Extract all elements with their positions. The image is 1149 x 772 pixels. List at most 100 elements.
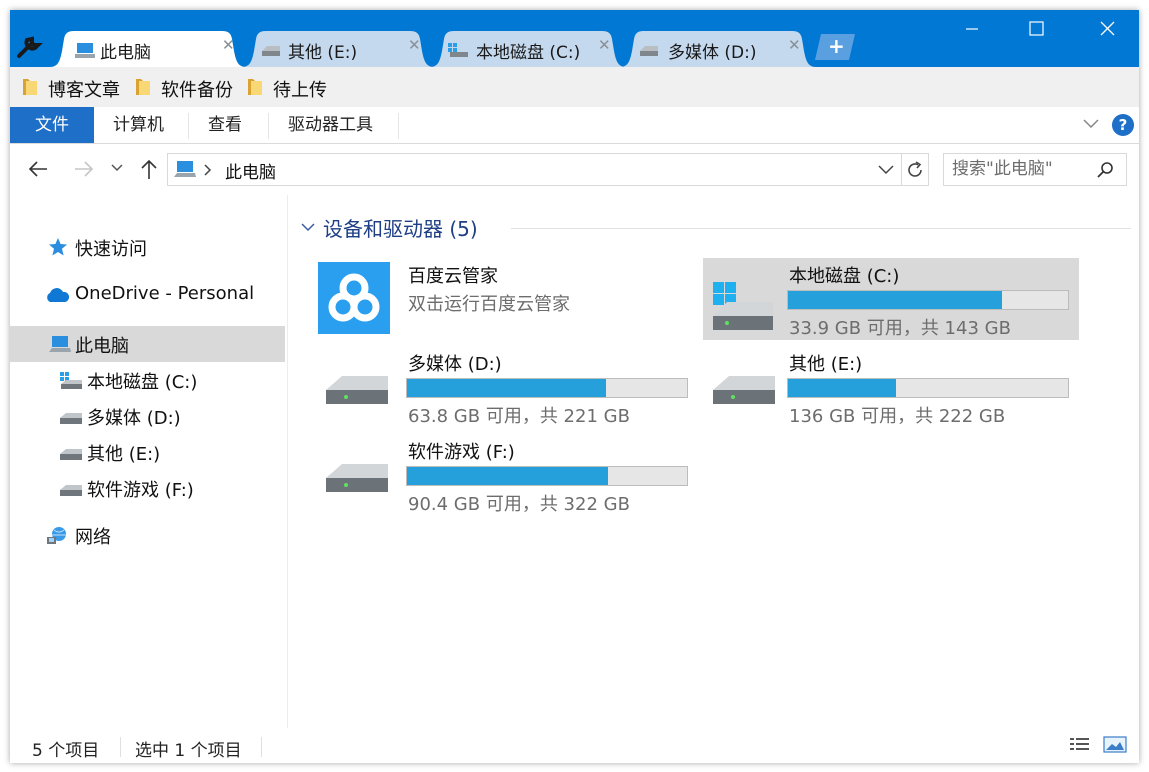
chevron-down-icon[interactable] [878, 165, 894, 175]
group-header-devices[interactable]: 设备和驱动器 (5) [301, 213, 1131, 243]
group-divider [511, 228, 1131, 229]
ribbon-separator [398, 113, 399, 139]
ribbon-separator [188, 113, 189, 139]
search-box[interactable] [943, 153, 1127, 186]
ribbon-tab-view[interactable]: 查看 [208, 107, 242, 143]
computer-icon [174, 161, 196, 177]
details-view-icon[interactable] [1069, 736, 1091, 754]
bookmark-label: 博客文章 [48, 80, 120, 101]
usage-bar [787, 290, 1069, 310]
maximize-icon [1029, 21, 1044, 36]
drive-icon [60, 449, 82, 460]
close-button[interactable] [1075, 10, 1139, 48]
status-bar: 5 个项目 选中 1 个项目 [10, 728, 1139, 763]
tab-close-icon[interactable]: ✕ [598, 36, 611, 54]
sidebar-item-onedrive[interactable]: OneDrive - Personal [10, 277, 285, 313]
item-free-space: 63.8 GB 可用，共 221 GB [408, 406, 630, 427]
system-drive-icon [60, 372, 82, 389]
back-arrow-icon[interactable] [27, 158, 49, 180]
group-title: 设备和驱动器 (5) [323, 217, 478, 241]
forward-arrow-icon[interactable] [73, 158, 95, 180]
tab-close-icon[interactable]: ✕ [222, 36, 235, 54]
address-bar[interactable]: 此电脑 [167, 153, 902, 186]
sidebar-item-drive-d[interactable]: 多媒体 (D:) [10, 398, 285, 434]
item-name: 软件游戏 (F:) [408, 442, 515, 463]
ribbon-separator [268, 113, 269, 139]
sidebar-item-quick-access[interactable]: 快速访问 [10, 229, 285, 265]
item-free-space: 90.4 GB 可用，共 322 GB [408, 494, 630, 515]
sidebar-item-this-pc[interactable]: 此电脑 [10, 326, 285, 362]
sidebar-item-label: 网络 [75, 527, 111, 548]
search-icon[interactable] [1096, 161, 1114, 179]
tab-label: 多媒体 (D:) [668, 43, 757, 63]
bookmark-pending-upload[interactable]: 待上传 [247, 75, 347, 101]
drive-icon [326, 464, 388, 492]
tab-label: 此电脑 [100, 43, 151, 63]
item-drive-f[interactable]: 软件游戏 (F:) 90.4 GB 可用，共 322 GB [322, 434, 698, 516]
sidebar-item-drive-c[interactable]: 本地磁盘 (C:) [10, 362, 285, 398]
refresh-button[interactable] [901, 153, 929, 186]
drive-icon [60, 485, 82, 496]
bookmark-software-backup[interactable]: 软件备份 [135, 75, 245, 101]
bookmark-blog[interactable]: 博客文章 [22, 75, 132, 101]
ribbon-tab-file[interactable]: 文件 [10, 107, 94, 143]
usage-bar [787, 378, 1069, 398]
refresh-icon [908, 161, 922, 177]
computer-icon [49, 336, 71, 352]
ribbon-tab-drive-tools[interactable]: 驱动器工具 [288, 107, 373, 143]
item-subtitle: 双击运行百度云管家 [408, 294, 570, 315]
recent-locations-chevron-icon[interactable] [111, 163, 123, 173]
drive-icon [262, 46, 280, 56]
tab-label: 本地磁盘 (C:) [476, 43, 581, 63]
tab-local-disk-c[interactable]: 本地磁盘 (C:) ✕ [430, 31, 626, 67]
drive-icon [713, 376, 775, 404]
usage-bar-fill [407, 379, 607, 397]
sidebar-item-label: 软件游戏 (F:) [87, 480, 194, 501]
new-tab-button[interactable]: + [815, 34, 855, 60]
large-icons-view-icon[interactable] [1103, 735, 1127, 755]
sidebar-item-drive-e[interactable]: 其他 (E:) [10, 434, 285, 470]
bookmark-label: 软件备份 [161, 80, 233, 101]
help-icon[interactable]: ? [1112, 114, 1134, 136]
usage-bar [406, 378, 688, 398]
tab-close-icon[interactable]: ✕ [788, 36, 801, 54]
item-drive-e[interactable]: 其他 (E:) 136 GB 可用，共 222 GB [703, 346, 1079, 428]
usage-bar-fill [788, 291, 1002, 309]
item-baidu-cloud[interactable]: 百度云管家 双击运行百度云管家 [316, 258, 692, 340]
bookmark-label: 待上传 [273, 80, 327, 101]
item-drive-d[interactable]: 多媒体 (D:) 63.8 GB 可用，共 221 GB [322, 346, 698, 428]
explorer-window: 此电脑 ✕ 其他 (E:) ✕ 本地磁盘 (C:) ✕ 多媒体 (D:) ✕ +… [10, 10, 1139, 763]
network-icon [47, 527, 66, 544]
usage-bar [406, 466, 688, 486]
minimize-icon [966, 28, 978, 30]
star-icon [49, 238, 67, 256]
breadcrumb-this-pc[interactable]: 此电脑 [225, 158, 276, 183]
tab-close-icon[interactable]: ✕ [408, 36, 421, 54]
navigation-pane: 快速访问 OneDrive - Personal 此电脑 本地磁盘 (C:) 多… [10, 195, 288, 728]
system-drive-icon [713, 282, 773, 330]
maximize-button[interactable] [1004, 10, 1068, 48]
content-pane: 设备和驱动器 (5) 百度云管家 双击运行百度云管家 本地磁盘 (C:) 33.… [289, 195, 1139, 728]
tab-multimedia-d[interactable]: 多媒体 (D:) ✕ [620, 31, 816, 67]
up-arrow-icon[interactable] [139, 158, 159, 180]
sidebar-item-drive-f[interactable]: 软件游戏 (F:) [10, 470, 285, 506]
search-input[interactable] [952, 157, 1092, 181]
address-row: 此电脑 [10, 144, 1139, 194]
system-drive-icon [448, 43, 468, 57]
tab-label: 其他 (E:) [288, 43, 358, 63]
drive-icon [60, 413, 82, 424]
minimize-button[interactable] [940, 10, 1004, 48]
sidebar-item-network[interactable]: 网络 [10, 517, 285, 553]
wrench-icon[interactable] [16, 34, 44, 60]
ribbon-tab-computer[interactable]: 计算机 [113, 107, 164, 143]
usage-bar-fill [407, 467, 609, 485]
chevron-down-icon[interactable] [301, 223, 315, 233]
status-separator [261, 737, 262, 757]
item-drive-c[interactable]: 本地磁盘 (C:) 33.9 GB 可用，共 143 GB [703, 258, 1079, 340]
breadcrumb-chevron-icon [204, 164, 212, 176]
computer-icon [75, 43, 95, 58]
tab-this-pc[interactable]: 此电脑 ✕ [50, 31, 246, 67]
chevron-down-icon[interactable] [1082, 118, 1100, 130]
item-name: 本地磁盘 (C:) [789, 266, 900, 287]
tab-other-e[interactable]: 其他 (E:) ✕ [242, 31, 434, 67]
